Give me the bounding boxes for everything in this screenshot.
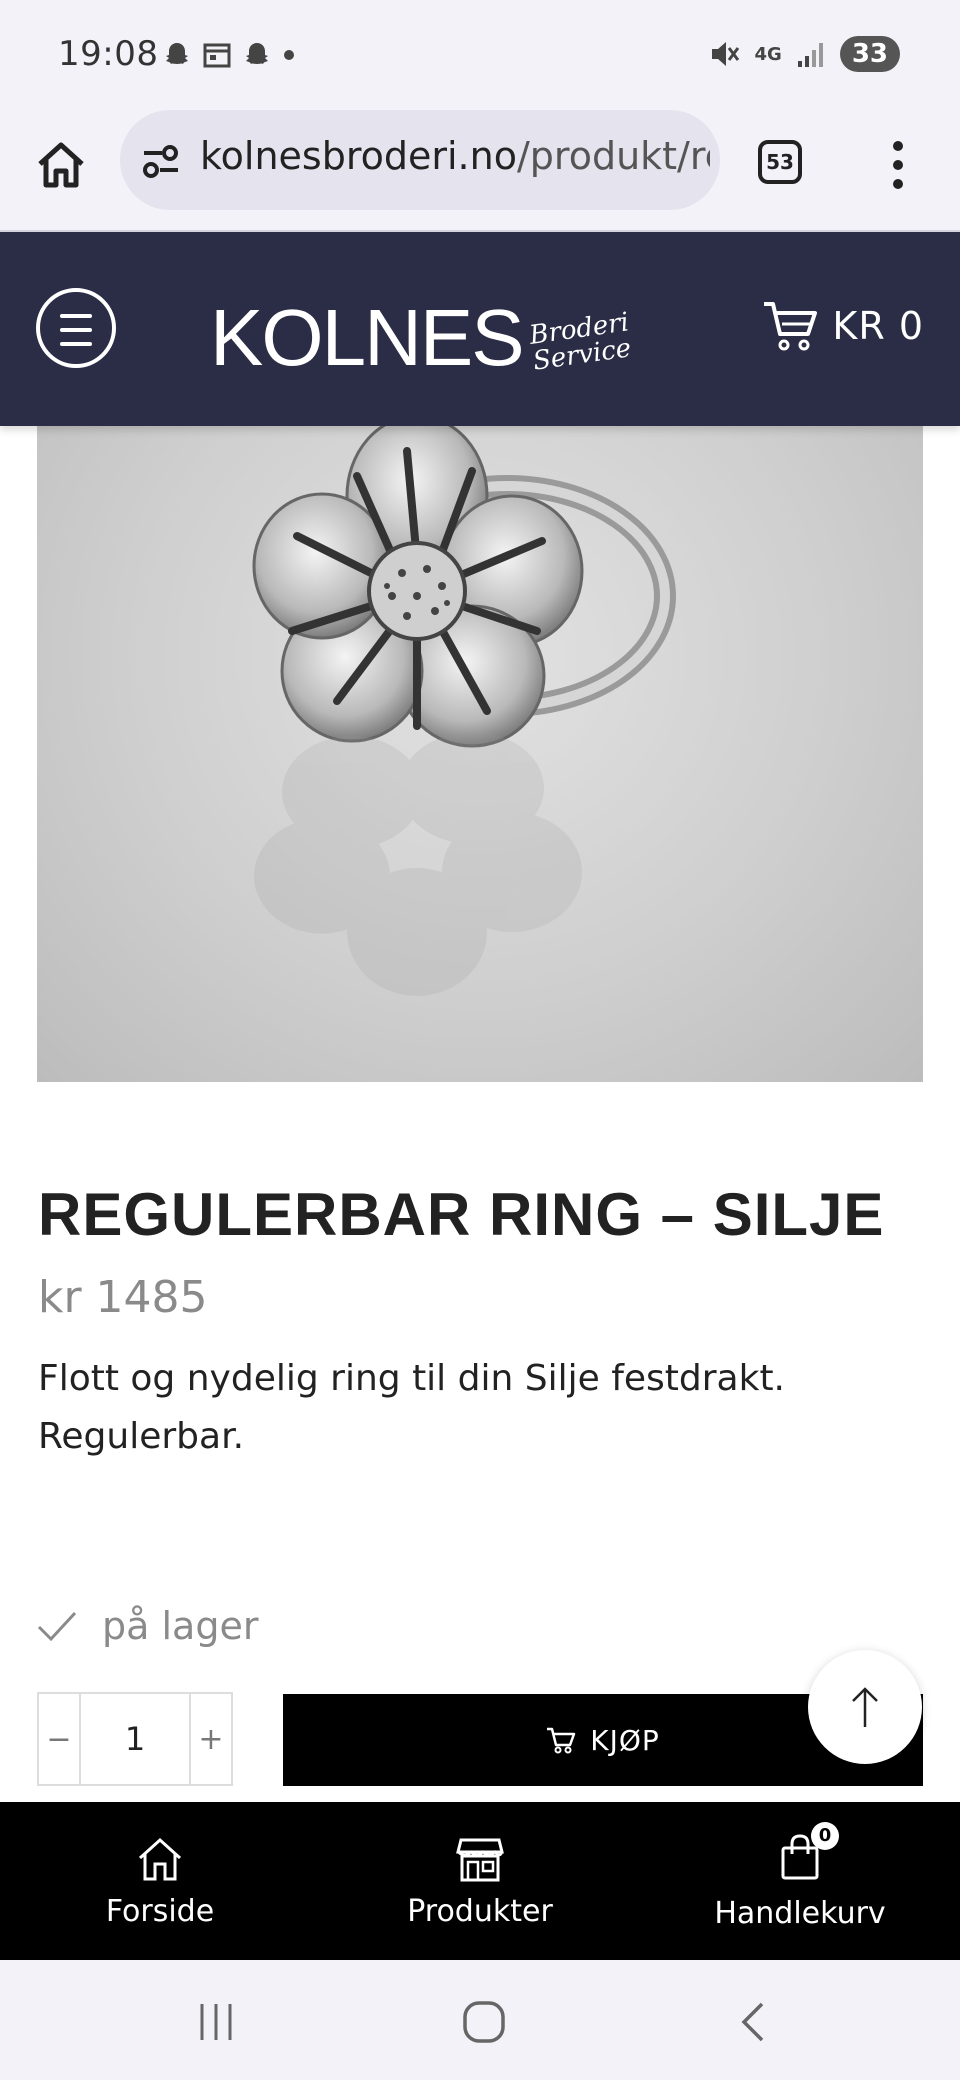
nav-home[interactable]: Forside — [0, 1802, 320, 1960]
battery-indicator: 33 — [839, 36, 900, 72]
url-text: kolnesbroderi.no/produkt/re — [200, 134, 710, 178]
site-header: KOLNES Broderi Service KR 0 — [0, 232, 960, 426]
status-time: 19:08 — [58, 34, 159, 74]
check-icon — [37, 1611, 77, 1642]
stock-label: på lager — [102, 1604, 259, 1648]
url-domain: kolnesbroderi.no — [200, 134, 517, 178]
status-bar: 19:08 4G 33 — [0, 0, 960, 110]
snapchat-icon — [166, 43, 188, 64]
nav-products-label: Produkter — [407, 1893, 553, 1929]
product-price: kr 1485 — [38, 1272, 208, 1323]
system-icons: 4G 33 — [707, 36, 900, 72]
cart-icon — [547, 1727, 576, 1754]
nav-home-label: Forside — [105, 1893, 215, 1929]
header-cart[interactable]: KR 0 — [762, 300, 924, 352]
more-menu-icon[interactable] — [888, 138, 908, 192]
ring-illustration — [252, 426, 676, 996]
arrow-up-icon — [852, 1687, 878, 1727]
increase-quantity-button[interactable]: + — [191, 1694, 231, 1784]
snapchat-icon — [246, 43, 268, 64]
cart-icon-wrap: 0 — [775, 1821, 839, 1886]
store-icon — [456, 1838, 504, 1881]
scroll-to-top-button[interactable] — [808, 1650, 922, 1764]
signal-icon — [797, 43, 823, 67]
back-icon[interactable] — [736, 2000, 768, 2044]
logo-sub-text: Broderi Service — [527, 307, 633, 376]
quantity-stepper: − 1 + — [37, 1692, 233, 1786]
notification-icons — [162, 40, 296, 70]
calendar-icon — [203, 43, 231, 68]
product-title: REGULERBAR RING – SILJE — [38, 1181, 885, 1248]
recent-apps-icon[interactable] — [196, 2002, 236, 2042]
tab-switcher-button[interactable]: 53 — [758, 140, 802, 184]
cart-icon — [764, 302, 818, 351]
dot-icon — [284, 50, 294, 60]
browser-toolbar: kolnesbroderi.no/produkt/re 53 — [0, 110, 960, 232]
bottom-navigation: Forside Produkter 0 Handlekurv — [0, 1802, 960, 1960]
menu-button[interactable] — [36, 288, 116, 368]
network-type: 4G — [754, 43, 782, 65]
home-button-icon[interactable] — [462, 2000, 506, 2044]
nav-products[interactable]: Produkter — [320, 1802, 640, 1960]
menu-line — [60, 328, 92, 332]
mute-icon — [711, 42, 739, 66]
nav-cart-label: Handlekurv — [714, 1895, 886, 1931]
quantity-input[interactable]: 1 — [79, 1694, 191, 1784]
buy-button-label: KJØP — [590, 1723, 660, 1757]
product-description: Flott og nydelig ring til din Silje fest… — [38, 1358, 785, 1457]
menu-line — [60, 314, 92, 318]
menu-line — [60, 342, 92, 346]
system-navigation-bar — [0, 1960, 960, 2080]
product-image[interactable] — [37, 426, 923, 1082]
address-bar[interactable]: kolnesbroderi.no/produkt/re — [120, 110, 720, 210]
site-settings-icon[interactable] — [140, 140, 182, 182]
logo-main-text: KOLNES — [210, 293, 525, 382]
cart-count-badge: 0 — [811, 1821, 839, 1850]
stock-status: på lager — [36, 1604, 258, 1648]
site-logo[interactable]: KOLNES Broderi Service — [210, 288, 633, 382]
nav-cart[interactable]: 0 Handlekurv — [640, 1802, 960, 1960]
home-icon — [138, 1837, 182, 1880]
decrease-quantity-button[interactable]: − — [39, 1694, 79, 1784]
url-path: /produkt/re — [516, 134, 710, 178]
cart-total: KR 0 — [832, 304, 924, 348]
home-icon[interactable] — [34, 138, 88, 192]
